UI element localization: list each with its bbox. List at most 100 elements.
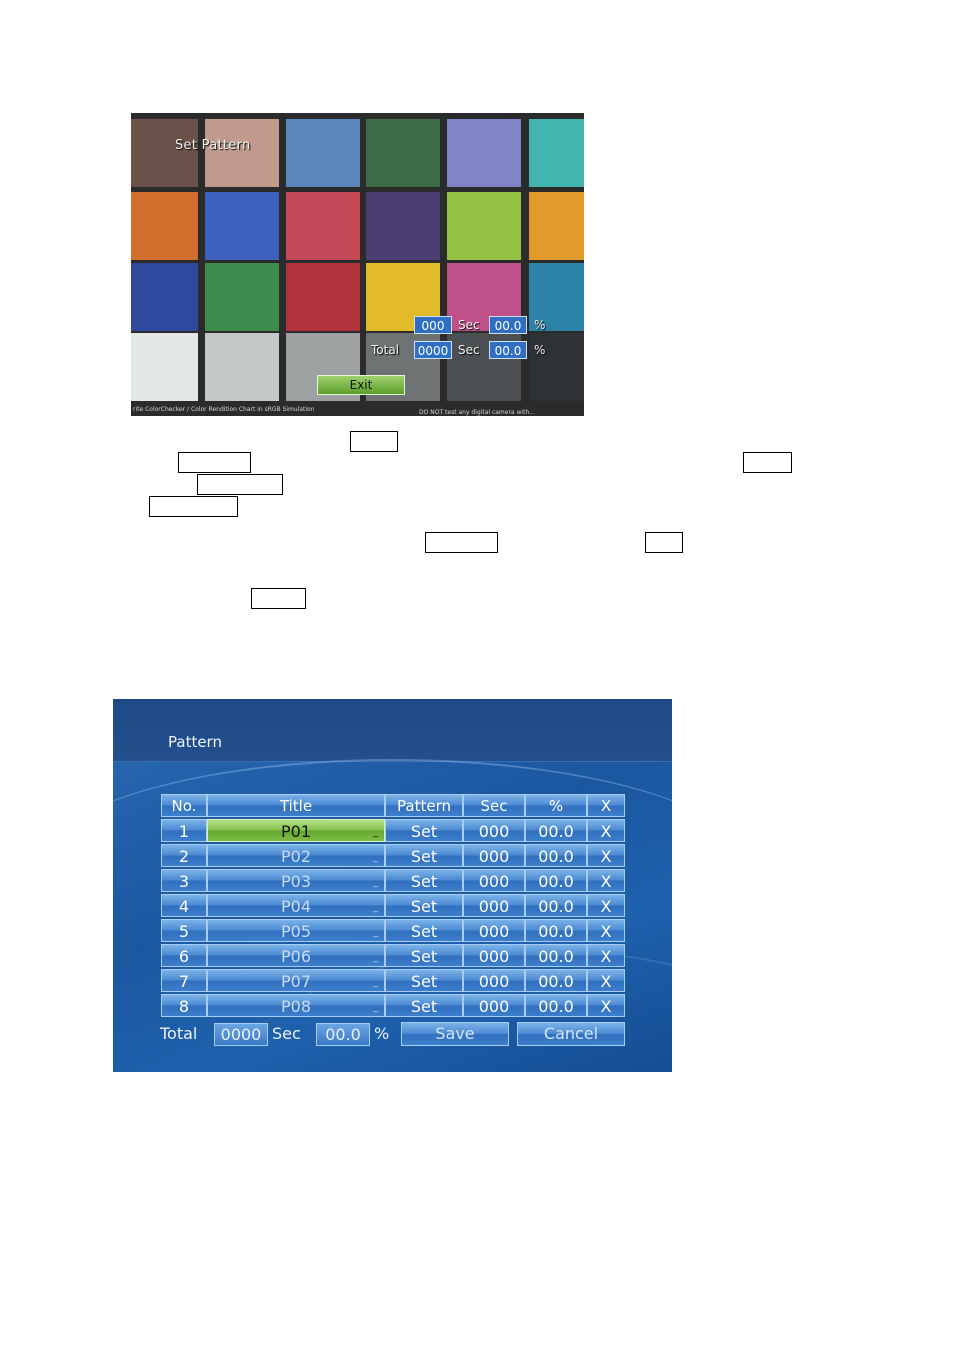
row-set-button[interactable]: Set [385,894,463,917]
row-set-button-text: Set [410,897,438,916]
row-percent-field[interactable]: 00.0 [525,919,587,942]
row-title-field-text: P06 [280,947,311,966]
row-delete-button[interactable]: X [587,994,625,1017]
row-delete-button-text: X [600,947,612,966]
row-set-button[interactable]: Set [385,994,463,1017]
row-percent-field[interactable]: 00.0 [525,894,587,917]
row-delete-button[interactable]: X [587,819,625,842]
row-delete-button[interactable]: X [587,844,625,867]
row-number-text: 3 [178,872,190,891]
row-title-field[interactable]: P05 _ [207,919,385,942]
row-percent-field-text: 00.0 [538,947,574,966]
row-delete-button-text: X [600,997,612,1016]
row-title-field[interactable]: P01 _ [207,819,385,842]
total-label: Total [160,1024,198,1043]
column-header-pattern: Pattern [385,794,463,817]
row-sec-field-text: 000 [478,897,510,916]
color-patch [366,192,440,260]
row-title-field[interactable]: P02 _ [207,844,385,867]
color-patch [131,333,198,401]
row-delete-button[interactable]: X [587,894,625,917]
text-cursor-icon: _ [373,1002,378,1013]
row-title-field-text: P02 [280,847,311,866]
row-percent-field[interactable]: 00.0 [525,869,587,892]
row-sec-field[interactable]: 000 [463,869,525,892]
total-percent-field[interactable]: 00.0 [316,1023,370,1046]
placeholder-box [645,532,683,553]
row-delete-button[interactable]: X [587,969,625,992]
row-title-field[interactable]: P08 _ [207,994,385,1017]
placeholder-box [350,431,398,452]
row-set-button[interactable]: Set [385,919,463,942]
row-sec-field[interactable]: 000 [463,969,525,992]
row-title-field-text: P05 [280,922,311,941]
row-title-field-text: P04 [280,897,311,916]
row-percent-field[interactable]: 00.0 [525,994,587,1017]
row-delete-button-text: X [600,872,612,891]
color-patch [286,119,360,187]
row-percent-field[interactable]: 00.0 [525,969,587,992]
row-delete-button[interactable]: X [587,919,625,942]
text-cursor-icon: _ [373,852,378,863]
row-percent-field[interactable]: 00.0 [525,944,587,967]
row-sec-field[interactable]: 000 [463,919,525,942]
sec-field[interactable]: 000 [414,316,452,334]
placeholder-box [178,452,251,473]
row-title-field[interactable]: P07 _ [207,969,385,992]
row-number: 6 [161,944,207,967]
row-number: 1 [161,819,207,842]
row-sec-field-text: 000 [478,997,510,1016]
total-percent-field[interactable]: 00.0 [489,341,527,359]
row-delete-button-text: X [600,847,612,866]
row-percent-field-text: 00.0 [538,897,574,916]
row-percent-field[interactable]: 00.0 [525,819,587,842]
row-sec-field[interactable]: 000 [463,894,525,917]
exit-button[interactable]: Exit [317,375,405,395]
row-title-field-text: P08 [280,997,311,1016]
row-sec-field[interactable]: 000 [463,819,525,842]
row-set-button[interactable]: Set [385,819,463,842]
row-title-field[interactable]: P06 _ [207,944,385,967]
color-patch [447,119,521,187]
row-sec-field[interactable]: 000 [463,944,525,967]
row-title-field[interactable]: P04 _ [207,894,385,917]
row-delete-button[interactable]: X [587,944,625,967]
row-number-text: 7 [178,972,190,991]
placeholder-box [743,452,792,473]
row-delete-button[interactable]: X [587,869,625,892]
row-sec-field[interactable]: 000 [463,994,525,1017]
row-percent-field[interactable]: 00.0 [525,844,587,867]
chart-warning: DO NOT test any digital camera with... [419,409,535,416]
total-percent-label: % [374,1024,390,1043]
row-set-button[interactable]: Set [385,969,463,992]
color-patch [286,263,360,331]
save-button[interactable]: Save [401,1022,509,1046]
row-title-field[interactable]: P03 _ [207,869,385,892]
cancel-button[interactable]: Cancel [517,1022,625,1046]
row-title-field-text: P03 [280,872,311,891]
dialog-header: Pattern [113,699,672,762]
set-pattern-screen: Set Pattern 000 Sec 00.0 % Total 0000 Se… [131,113,584,416]
row-sec-field-text: 000 [478,847,510,866]
row-set-button[interactable]: Set [385,944,463,967]
percent-field[interactable]: 00.0 [489,316,527,334]
pattern-dialog: Pattern No. Title Pattern Sec % X 1 P01 _ S… [113,699,672,1072]
column-header-sec: Sec [463,794,525,817]
row-percent-field-text: 00.0 [538,972,574,991]
row-set-button-text: Set [410,947,438,966]
row-set-button[interactable]: Set [385,844,463,867]
total-sec-field[interactable]: 0000 [214,1023,268,1046]
total-percent-label: % [534,343,546,357]
color-patch [205,119,279,187]
column-header-percent: % [525,794,587,817]
total-sec-field[interactable]: 0000 [414,341,452,359]
text-cursor-icon: _ [373,927,378,938]
row-set-button-text: Set [410,847,438,866]
row-sec-field[interactable]: 000 [463,844,525,867]
row-percent-field-text: 00.0 [538,997,574,1016]
row-delete-button-text: X [600,822,612,841]
row-delete-button-text: X [600,972,612,991]
color-patch [131,263,198,331]
row-title-field-text: P01 [280,822,311,841]
row-set-button[interactable]: Set [385,869,463,892]
